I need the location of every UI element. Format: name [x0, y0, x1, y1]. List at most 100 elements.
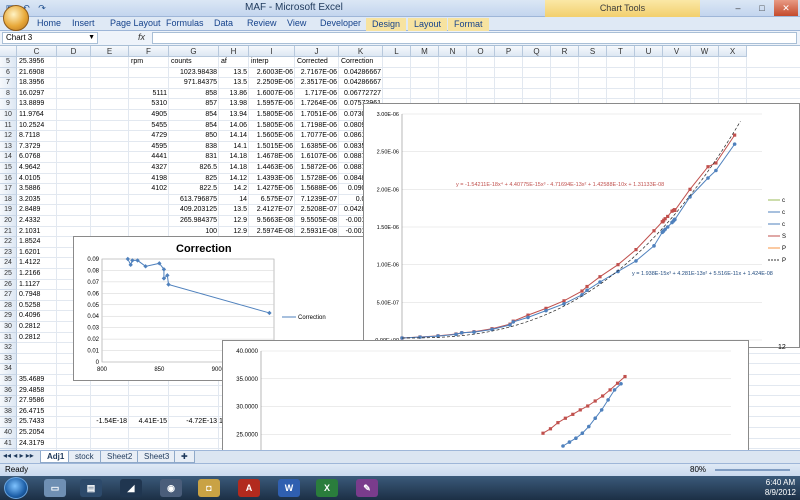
cell-g16[interactable]: 825 [169, 174, 217, 185]
header-correction[interactable]: Correction [341, 57, 373, 68]
cell-k6[interactable]: 0.04286667 [339, 68, 381, 79]
cell-c27[interactable]: 0.7948 [19, 290, 40, 301]
cell-j12[interactable]: 1.7077E-06 [295, 131, 337, 142]
row-header[interactable]: 30 [0, 322, 17, 333]
cell-c9[interactable]: 13.8899 [19, 99, 44, 110]
cell-k8[interactable]: 0.06772727 [339, 89, 381, 100]
sheet-tab-adj1[interactable]: Adj1 [40, 451, 72, 463]
row-header[interactable]: 5 [0, 57, 17, 68]
cell-j19[interactable]: 2.5208E-07 [295, 205, 337, 216]
row-header[interactable]: 39 [0, 417, 17, 428]
cell-g39[interactable]: -4.72E-13 [169, 417, 217, 428]
row-header[interactable]: 13 [0, 141, 17, 153]
row-header[interactable]: 38 [0, 406, 17, 418]
column-header-d[interactable]: D [57, 46, 91, 57]
row-header[interactable]: 32 [0, 343, 17, 354]
cell-g6[interactable]: 1023.98438 [169, 68, 217, 79]
cell-i13[interactable]: 1.5015E-06 [249, 142, 293, 153]
cell-c28[interactable]: 0.5258 [19, 301, 40, 312]
cell-h9[interactable]: 13.98 [219, 99, 247, 110]
media-icon[interactable]: ◉ [160, 479, 182, 497]
row-header[interactable]: 7 [0, 78, 17, 89]
cell-f14[interactable]: 4441 [129, 152, 167, 163]
start-button[interactable] [4, 477, 28, 499]
cell-i20[interactable]: 9.5663E-08 [249, 216, 293, 227]
cell-i6[interactable]: 2.6003E-06 [249, 68, 293, 79]
column-header-q[interactable]: Q [523, 46, 551, 57]
tab-layout[interactable]: Layout [408, 18, 448, 31]
cell-g15[interactable]: 826.5 [169, 163, 217, 174]
cell-c19[interactable]: 2.8489 [19, 205, 40, 216]
pdf-icon[interactable]: A [238, 479, 260, 497]
cell-c11[interactable]: 10.2524 [19, 121, 44, 132]
tab-insert[interactable]: Insert [72, 18, 95, 28]
cell-c7[interactable]: 18.3956 [19, 78, 44, 89]
header-rpm[interactable]: rpm [131, 57, 143, 68]
cell-h8[interactable]: 13.86 [219, 89, 247, 100]
cell-f13[interactable]: 4595 [129, 142, 167, 153]
cell-f12[interactable]: 4729 [129, 131, 167, 142]
row-header[interactable]: 19 [0, 205, 17, 216]
cell-h18[interactable]: 14 [219, 195, 247, 206]
column-header-l[interactable]: L [383, 46, 411, 57]
interp-chart[interactable]: 0.00E+005.00E-071.00E-061.50E-062.00E-06… [363, 103, 800, 348]
cell-c21[interactable]: 2.1031 [19, 227, 40, 238]
cell-c35[interactable]: 35.4689 [19, 375, 44, 386]
row-header[interactable]: 14 [0, 152, 17, 163]
cell-f17[interactable]: 4102 [129, 184, 167, 195]
cell-c36[interactable]: 29.4858 [19, 386, 44, 397]
cell-i11[interactable]: 1.5805E-06 [249, 121, 293, 132]
tab-page-layout[interactable]: Page Layout [110, 18, 161, 28]
cell-i8[interactable]: 1.6007E-06 [249, 89, 293, 100]
cell-c17[interactable]: 3.5886 [19, 184, 40, 195]
cell-j17[interactable]: 1.5688E-06 [295, 184, 337, 195]
cell-c8[interactable]: 16.0297 [19, 89, 44, 100]
cell-f9[interactable]: 5310 [129, 99, 167, 110]
row-header[interactable]: 25 [0, 269, 17, 280]
cell-g7[interactable]: 971.84375 [169, 78, 217, 89]
files-icon[interactable]: ◘ [198, 479, 220, 497]
cell-g10[interactable]: 854 [169, 110, 217, 121]
cell-h12[interactable]: 14.14 [219, 131, 247, 142]
cell-k7[interactable]: 0.04286667 [339, 78, 381, 89]
cell-j13[interactable]: 1.6385E-06 [295, 142, 337, 153]
cell-g14[interactable]: 831 [169, 152, 217, 163]
cell-h6[interactable]: 13.5 [219, 68, 247, 79]
cell-j15[interactable]: 1.5872E-06 [295, 163, 337, 174]
cell-c25[interactable]: 1.2166 [19, 269, 40, 280]
column-header-f[interactable]: F [129, 46, 169, 57]
row-header[interactable]: 35 [0, 375, 17, 386]
cell-g20[interactable]: 265.984375 [169, 216, 217, 227]
cell-c24[interactable]: 1.4122 [19, 258, 40, 269]
cell-j7[interactable]: 2.3517E-06 [295, 78, 337, 89]
column-header-h[interactable]: H [219, 46, 249, 57]
cell-e39[interactable]: -1.54E-18 [91, 417, 127, 428]
sheet-tab-stock[interactable]: stock [68, 451, 101, 463]
row-header[interactable]: 20 [0, 216, 17, 227]
row-header[interactable]: 15 [0, 163, 17, 174]
cell-h19[interactable]: 13.5 [219, 205, 247, 216]
cell-j8[interactable]: 1.717E-06 [295, 89, 337, 100]
cell-c26[interactable]: 1.1127 [19, 280, 40, 291]
column-header-v[interactable]: V [663, 46, 691, 57]
sheet-tab-sheet2[interactable]: Sheet2 [100, 451, 140, 463]
cell-f8[interactable]: 5111 [129, 89, 167, 100]
row-header[interactable]: 10 [0, 110, 17, 121]
cell-f10[interactable]: 4905 [129, 110, 167, 121]
word-icon[interactable]: W [278, 479, 300, 497]
paint-icon[interactable]: ✎ [356, 479, 378, 497]
row-header[interactable]: 37 [0, 396, 17, 407]
cell-g19[interactable]: 409.203125 [169, 205, 217, 216]
row-header[interactable]: 18 [0, 194, 17, 206]
system-clock[interactable]: 6:40 AM 8/9/2012 [765, 478, 796, 498]
cell-j20[interactable]: 9.5505E-08 [295, 216, 337, 227]
row-header[interactable]: 24 [0, 258, 17, 269]
cell-g17[interactable]: 822.5 [169, 184, 217, 195]
cell-c30[interactable]: 0.2812 [19, 322, 40, 333]
name-box[interactable]: Chart 3 ▼ [2, 32, 98, 44]
header-interp[interactable]: interp [251, 57, 269, 68]
chevron-down-icon[interactable]: ▼ [88, 33, 95, 43]
formula-input[interactable] [152, 32, 797, 44]
insert-sheet-icon[interactable]: ✚ [174, 451, 195, 463]
cell-g13[interactable]: 838 [169, 142, 217, 153]
